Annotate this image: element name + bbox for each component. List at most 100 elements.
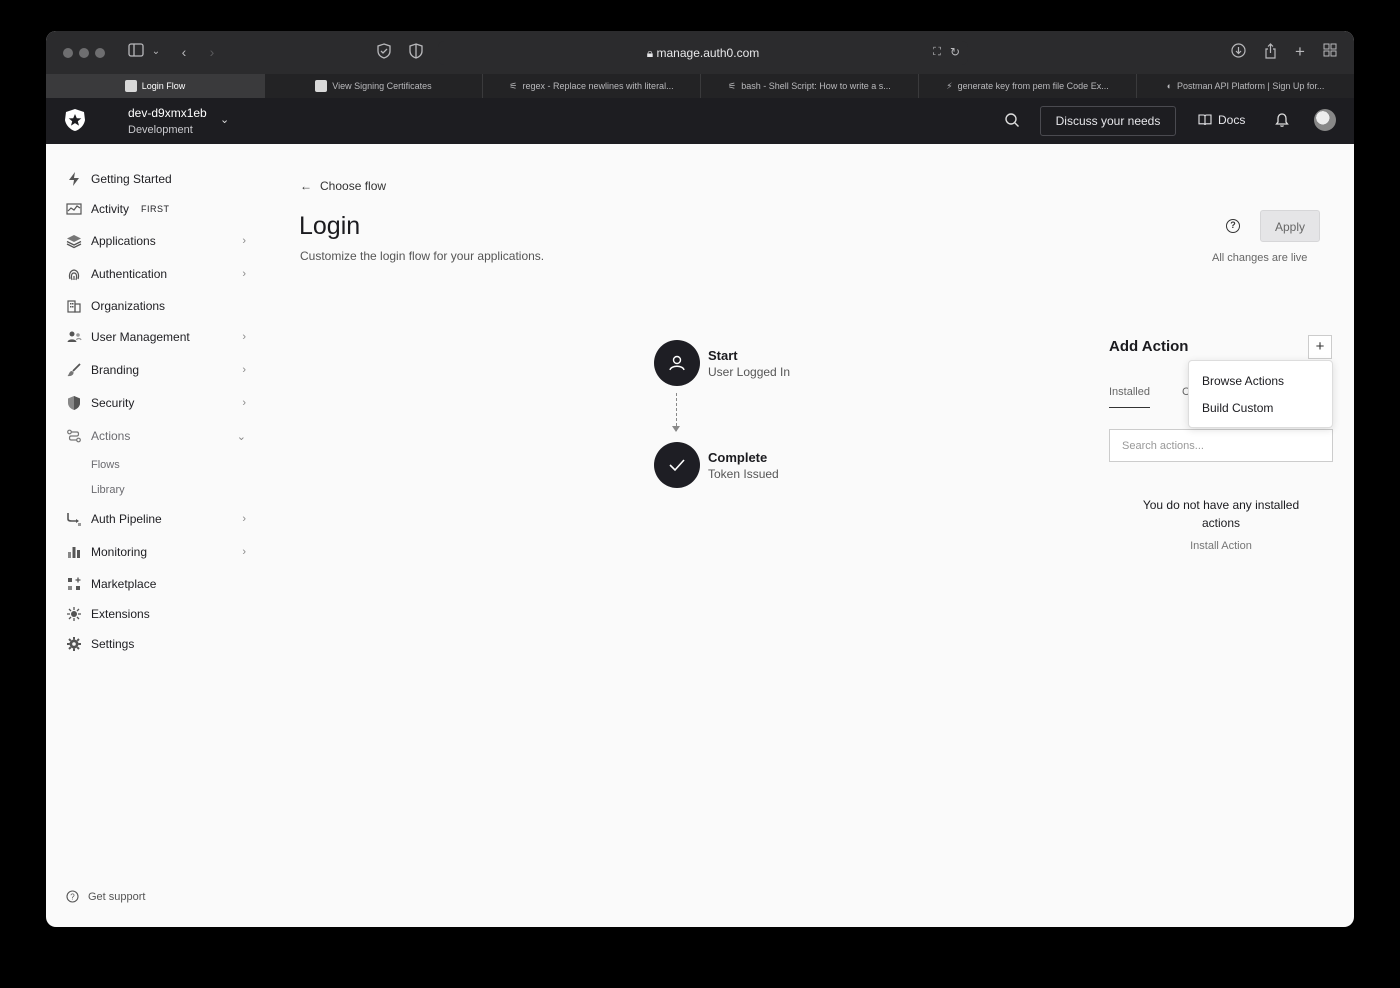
gear-burst-icon <box>67 607 81 621</box>
chevron-right-icon: › <box>242 235 246 247</box>
forward-icon[interactable]: › <box>204 43 220 61</box>
apply-button[interactable]: Apply <box>1260 210 1320 242</box>
tab-regex[interactable]: ⚟ regex - Replace newlines with literal..… <box>482 74 700 98</box>
browser-toolbar: ⌄ ‹ › 🔒︎ manage.auth0.com ⛶ ↻ + <box>46 31 1354 74</box>
sidebar-item-organizations[interactable]: Organizations <box>66 295 246 317</box>
search-actions-input[interactable]: Search actions... <box>1109 429 1333 462</box>
sidebar-subitem-flows[interactable]: Flows <box>91 459 120 471</box>
sidebar-item-extensions[interactable]: Extensions <box>66 603 246 625</box>
layers-icon <box>66 235 82 249</box>
auth0-favicon-icon <box>124 80 137 92</box>
arrow-down-icon <box>672 426 680 432</box>
zoom-window-button[interactable] <box>95 48 105 58</box>
stackoverflow-favicon-icon: ⚟ <box>728 81 737 91</box>
tenant-selector[interactable]: dev-d9xmx1eb Development <box>128 106 207 136</box>
get-support-link[interactable]: ? Get support <box>66 890 145 903</box>
chevron-right-icon: › <box>242 397 246 409</box>
chevron-right-icon: › <box>242 364 246 376</box>
start-sublabel: User Logged In <box>708 365 791 379</box>
tab-bash[interactable]: ⚟ bash - Shell Script: How to write a s..… <box>700 74 918 98</box>
sidebar-item-monitoring[interactable]: Monitoring › <box>66 541 246 563</box>
user-icon <box>669 355 685 371</box>
browser-window: ⌄ ‹ › 🔒︎ manage.auth0.com ⛶ ↻ + Login Fl… <box>46 31 1354 927</box>
shield-check-icon[interactable] <box>376 43 392 61</box>
install-action-link[interactable]: Install Action <box>1126 540 1316 552</box>
reload-icon[interactable]: ↻ <box>948 43 962 61</box>
choose-flow-link[interactable]: ← Choose flow <box>300 179 386 193</box>
tab-generate-key[interactable]: ⚡︎ generate key from pem file Code Ex... <box>918 74 1136 98</box>
stackoverflow-favicon-icon: ⚟ <box>509 81 518 91</box>
translate-icon[interactable]: ⛶ <box>928 43 946 61</box>
sidebar-item-authentication[interactable]: Authentication › <box>66 263 246 285</box>
chevron-down-icon[interactable]: ⌄ <box>150 43 162 61</box>
share-icon[interactable] <box>1262 43 1278 61</box>
users-icon <box>67 331 82 342</box>
add-action-title: Add Action <box>1109 338 1189 355</box>
first-badge: FIRST <box>141 204 170 214</box>
minimize-window-button[interactable] <box>79 48 89 58</box>
sidebar-subitem-library[interactable]: Library <box>91 484 125 496</box>
book-icon <box>1198 114 1212 126</box>
auth0-logo-icon[interactable] <box>64 108 86 132</box>
start-node[interactable] <box>654 340 700 386</box>
lightning-icon <box>69 172 79 186</box>
start-label: Start <box>708 348 738 363</box>
download-icon[interactable] <box>1230 43 1246 61</box>
discuss-needs-button[interactable]: Discuss your needs <box>1040 106 1176 136</box>
sidebar-toggle-icon[interactable] <box>126 43 146 61</box>
bar-chart-icon <box>68 547 80 558</box>
sidebar-item-applications[interactable]: Applications › <box>66 230 246 252</box>
privacy-icon[interactable] <box>408 43 424 61</box>
close-window-button[interactable] <box>63 48 73 58</box>
sidebar-item-branding[interactable]: Branding › <box>66 359 246 381</box>
sidebar-item-getting-started[interactable]: Getting Started <box>66 168 246 190</box>
sidebar-item-actions[interactable]: Actions ⌄ <box>66 425 246 447</box>
live-note: All changes are live <box>1212 252 1308 264</box>
tab-login-flow[interactable]: Login Flow <box>46 74 264 98</box>
new-tab-icon[interactable]: + <box>1292 43 1308 61</box>
build-custom-menu-item[interactable]: Build Custom <box>1202 401 1273 415</box>
chevron-right-icon: › <box>242 331 246 343</box>
chevron-down-icon: ⌄ <box>236 430 246 443</box>
tab-bar: Login Flow View Signing Certificates ⚟ re… <box>46 74 1354 98</box>
gear-icon <box>67 637 81 651</box>
building-icon <box>67 300 81 313</box>
avatar[interactable] <box>1314 109 1336 131</box>
chevron-down-icon[interactable]: ⌄ <box>220 113 229 126</box>
chevron-right-icon: › <box>242 268 246 280</box>
sidebar-item-user-management[interactable]: User Management › <box>66 326 246 348</box>
check-icon <box>669 459 685 472</box>
arrow-left-icon: ← <box>300 179 312 193</box>
help-circle-icon: ? <box>66 890 79 903</box>
tab-overview-icon[interactable] <box>1322 43 1338 61</box>
tenant-environment: Development <box>128 124 193 136</box>
tab-installed[interactable]: Installed <box>1109 386 1150 408</box>
browse-actions-menu-item[interactable]: Browse Actions <box>1202 374 1284 388</box>
sidebar-item-marketplace[interactable]: Marketplace <box>66 573 246 595</box>
pipeline-icon <box>67 513 81 526</box>
complete-node[interactable] <box>654 442 700 488</box>
grepper-favicon-icon: ⚡︎ <box>946 81 953 91</box>
auth0-favicon-icon <box>315 80 328 92</box>
tab-view-signing-certificates[interactable]: View Signing Certificates <box>264 74 482 98</box>
complete-sublabel: Token Issued <box>708 467 779 481</box>
sidebar-item-activity[interactable]: Activity FIRST <box>66 198 246 220</box>
sidebar: Getting Started Activity FIRST Applicati… <box>46 144 256 927</box>
sidebar-item-auth-pipeline[interactable]: Auth Pipeline › <box>66 508 246 530</box>
docs-link[interactable]: Docs <box>1198 113 1245 127</box>
bell-icon[interactable] <box>1274 112 1290 128</box>
add-action-menu: Browse Actions Build Custom <box>1188 360 1333 428</box>
app-header: dev-d9xmx1eb Development ⌄ Discuss your … <box>46 98 1354 144</box>
search-icon[interactable] <box>1004 112 1020 128</box>
sidebar-item-settings[interactable]: Settings <box>66 633 246 655</box>
sidebar-item-security[interactable]: Security › <box>66 392 246 414</box>
brush-icon <box>67 363 81 377</box>
help-icon[interactable]: ? <box>1226 219 1240 233</box>
address-bar[interactable]: 🔒︎ manage.auth0.com <box>438 41 968 65</box>
back-icon[interactable]: ‹ <box>176 43 192 61</box>
tenant-name: dev-d9xmx1eb <box>128 106 207 120</box>
shield-icon <box>68 396 80 410</box>
tab-postman[interactable]: ◐ Postman API Platform | Sign Up for... <box>1136 74 1354 98</box>
page-subtitle: Customize the login flow for your applic… <box>300 249 545 263</box>
add-action-plus-button[interactable]: + <box>1308 335 1332 359</box>
